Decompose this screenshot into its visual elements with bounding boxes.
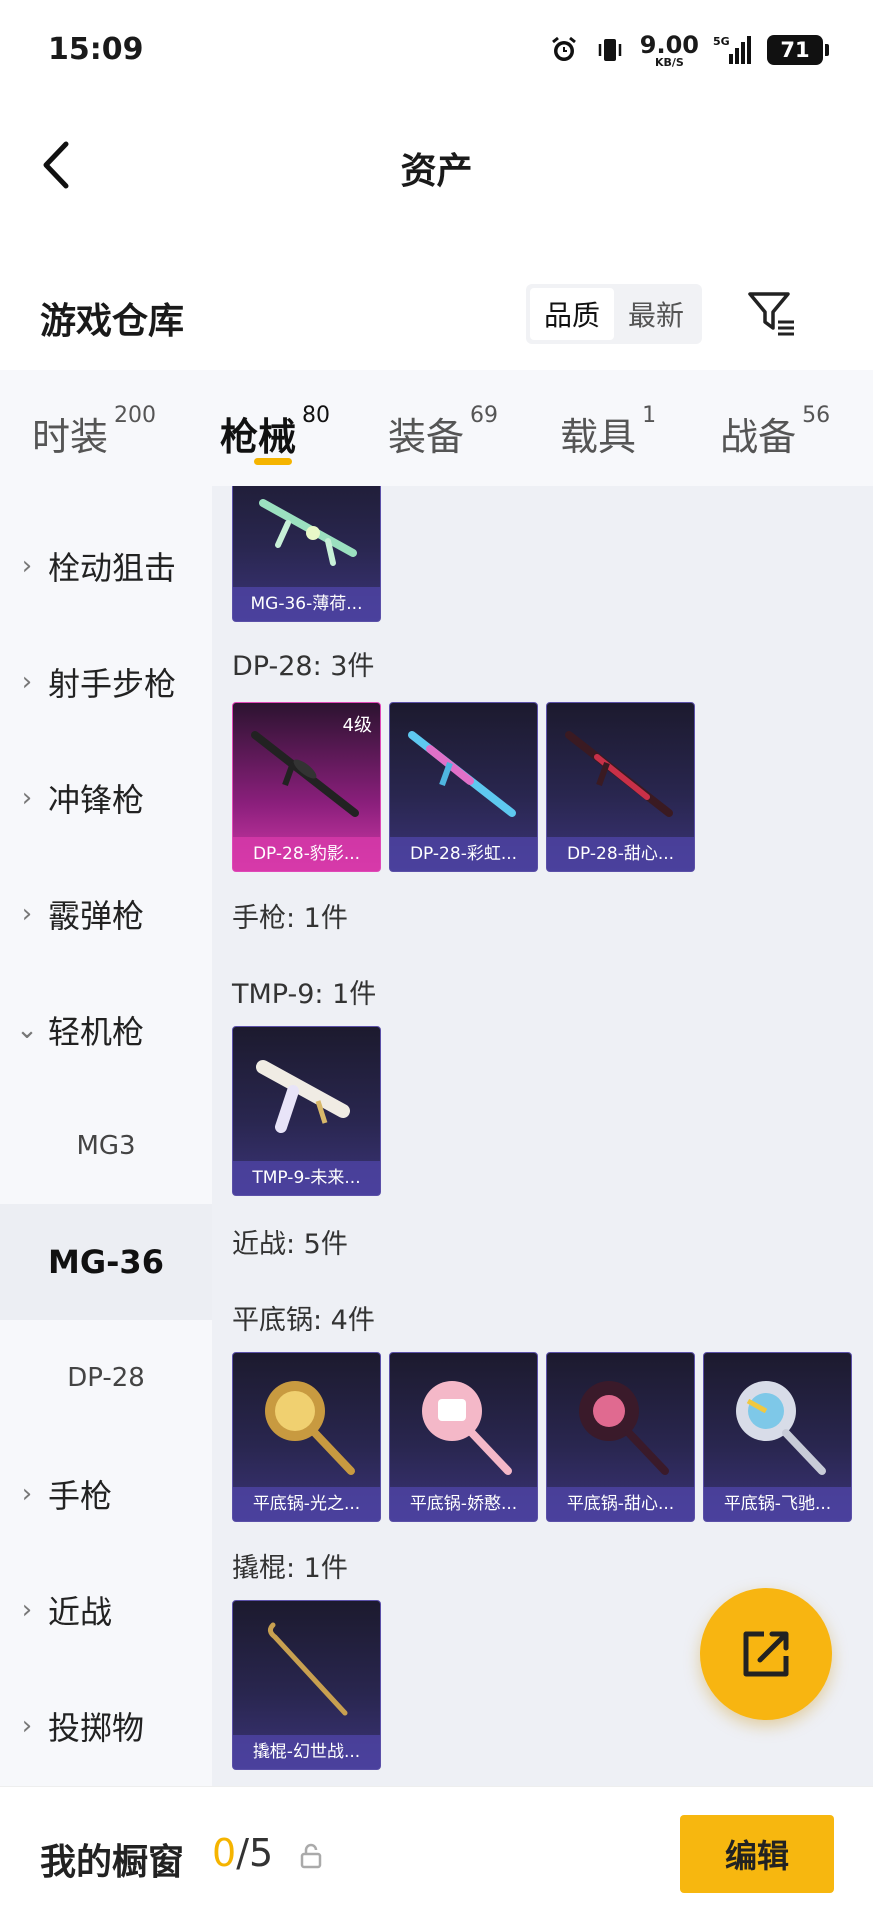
chevron-right-icon: ›	[21, 551, 33, 581]
section-pistol: 手枪: 1件	[232, 903, 348, 934]
network-speed: 9.00 KB/S	[639, 30, 699, 69]
section-tmp9: TMP-9: 1件	[232, 979, 377, 1010]
sidebar-item-throwables[interactable]: › 投掷物	[0, 1668, 212, 1784]
sidebar-subitem-dp28[interactable]: DP-28	[0, 1320, 212, 1436]
showcase-count: 0/5	[212, 1831, 274, 1875]
filter-button[interactable]	[744, 286, 798, 340]
network-type: 5G	[713, 35, 730, 48]
status-icons: 9.00 KB/S 5G 71	[548, 30, 829, 70]
sidebar-subitem-mg36[interactable]: MG-36	[0, 1204, 212, 1320]
sidebar-item-bolt-sniper[interactable]: › 栓动狙击	[0, 508, 212, 624]
item-card-dp28-1[interactable]: 4级 DP-28-豹影...	[232, 702, 381, 872]
pan-icon	[265, 1381, 355, 1475]
sidebar-item-pistol[interactable]: › 手枪	[0, 1436, 212, 1552]
section-melee: 近战: 5件	[232, 1229, 348, 1260]
showcase-bar: 我的橱窗 0/5 编辑	[0, 1786, 873, 1920]
chevron-down-icon: ⌄	[16, 1015, 38, 1045]
warehouse-header: 游戏仓库 品质 最新	[0, 270, 873, 360]
tab-vehicles[interactable]: 载具 1	[560, 370, 656, 486]
sidebar-item-shotgun[interactable]: › 霰弹枪	[0, 856, 212, 972]
filter-icon	[748, 292, 794, 336]
share-export-icon	[743, 1631, 789, 1677]
tab-supplies[interactable]: 战备 56	[720, 370, 830, 486]
pan-icon	[579, 1381, 669, 1475]
chevron-right-icon: ›	[21, 1479, 33, 1509]
lock-icon	[300, 1843, 322, 1869]
tab-equipment[interactable]: 装备 69	[388, 370, 498, 486]
pan-icon	[422, 1381, 512, 1475]
section-dp28: DP-28: 3件	[232, 651, 375, 682]
item-level-badge: 4级	[342, 715, 372, 736]
status-bar: 15:09 9.00 KB/S 5G 71	[0, 0, 873, 100]
warehouse-title: 游戏仓库	[40, 301, 185, 342]
edit-button[interactable]: 编辑	[680, 1815, 834, 1893]
status-time: 15:09	[48, 32, 144, 67]
crowbar-icon	[267, 1622, 348, 1716]
sort-quality-option[interactable]: 品质	[530, 288, 614, 340]
battery-indicator: 71	[767, 35, 829, 65]
item-card-tmp9[interactable]: TMP-9-未来...	[232, 1026, 381, 1196]
dp28-rifle-icon	[408, 731, 516, 817]
sidebar-item-melee[interactable]: › 近战	[0, 1552, 212, 1668]
item-card-pan-3[interactable]: 平底锅-甜心...	[546, 1352, 695, 1522]
vibrate-icon	[594, 34, 626, 66]
item-card-pan-2[interactable]: 平底锅-娇憨...	[389, 1352, 538, 1522]
sort-toggle: 品质 最新	[526, 284, 702, 344]
share-button[interactable]	[700, 1588, 832, 1720]
sort-latest-option[interactable]: 最新	[614, 288, 698, 340]
mg36-rifle-icon	[259, 499, 357, 566]
showcase-label: 我的橱窗	[40, 1842, 185, 1883]
chevron-right-icon: ›	[21, 899, 33, 929]
category-tabs: 时装 200 枪械 80 装备 69 载具 1 战备 56	[0, 370, 873, 486]
weapon-category-sidebar: › 栓动狙击 › 射手步枪 › 冲锋枪 › 霰弹枪 ⌄ 轻机枪 MG3 MG-36 DP-…	[0, 486, 212, 1786]
item-card-crowbar[interactable]: 撬棍-幻世战...	[232, 1600, 381, 1770]
sidebar-subitem-mg3[interactable]: MG3	[0, 1088, 212, 1204]
item-card-pan-4[interactable]: 平底锅-飞驰...	[703, 1352, 852, 1522]
sidebar-item-marksman-rifle[interactable]: › 射手步枪	[0, 624, 212, 740]
alarm-icon	[548, 34, 580, 66]
chevron-right-icon: ›	[21, 1711, 33, 1741]
chevron-right-icon: ›	[21, 1595, 33, 1625]
dp28-rifle-icon	[565, 731, 673, 817]
pan-icon	[736, 1381, 826, 1475]
active-tab-indicator	[254, 458, 293, 465]
item-card-pan-1[interactable]: 平底锅-光之...	[232, 1352, 381, 1522]
chevron-right-icon: ›	[21, 783, 33, 813]
sidebar-item-lmg[interactable]: ⌄ 轻机枪	[0, 972, 212, 1088]
item-card-mg36[interactable]: MG-36-薄荷...	[232, 486, 381, 622]
signal-icon: 5G	[713, 34, 753, 66]
sidebar-item-smg[interactable]: › 冲锋枪	[0, 740, 212, 856]
section-pan: 平底锅: 4件	[232, 1305, 375, 1336]
tmp9-pistol-icon	[256, 1060, 350, 1133]
app-header: 资产	[0, 100, 873, 230]
page-title: 资产	[400, 151, 473, 192]
item-card-dp28-2[interactable]: DP-28-彩虹...	[389, 702, 538, 872]
tab-outfits[interactable]: 时装 200	[32, 370, 156, 486]
section-crowbar: 撬棍: 1件	[232, 1553, 348, 1584]
tab-guns[interactable]: 枪械 80	[220, 370, 330, 486]
item-card-dp28-3[interactable]: DP-28-甜心...	[546, 702, 695, 872]
chevron-right-icon: ›	[21, 667, 33, 697]
